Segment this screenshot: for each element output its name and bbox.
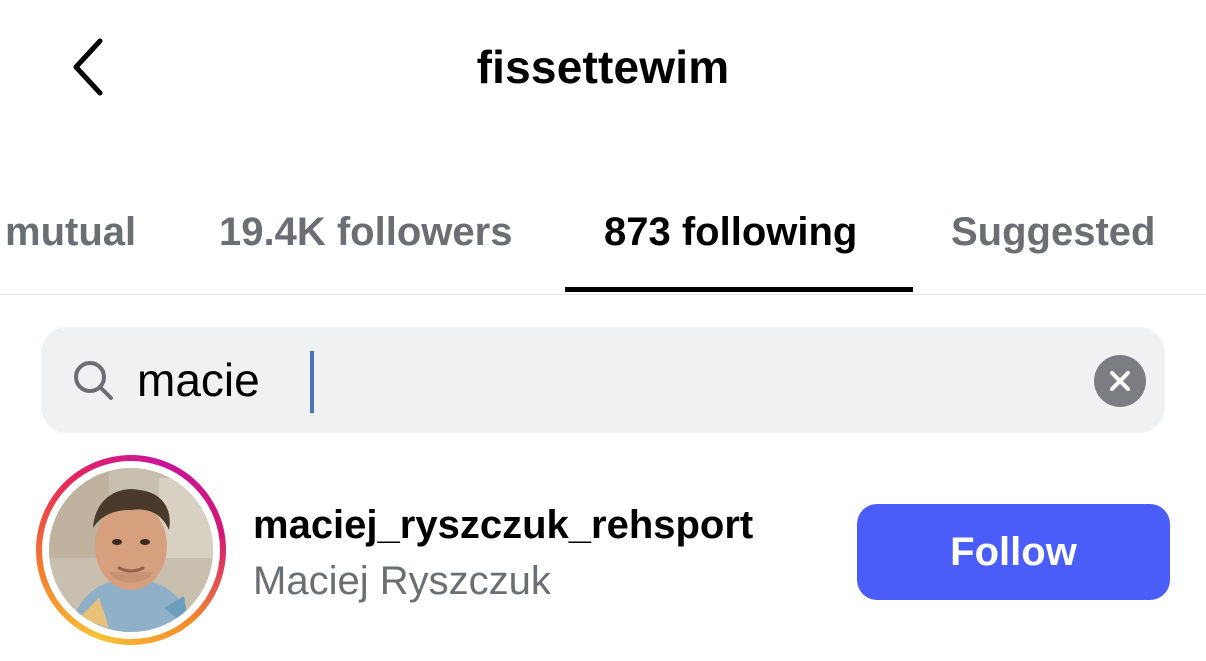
avatar-portrait — [49, 468, 213, 632]
username[interactable]: maciej_ryszczuk_rehsport — [253, 503, 753, 548]
text-cursor — [310, 351, 314, 413]
story-ring[interactable] — [36, 455, 226, 645]
tab-followers[interactable]: 19.4K followers — [219, 202, 512, 262]
avatar — [49, 468, 213, 632]
page-title: fissettewim — [476, 41, 730, 93]
clear-icon — [1110, 371, 1130, 391]
search-bar[interactable] — [41, 327, 1165, 433]
header-bar: fissettewim — [0, 0, 1206, 140]
search-icon — [74, 361, 113, 400]
search-input[interactable] — [137, 349, 277, 411]
full-name: Maciej Ryszczuk — [253, 559, 551, 603]
clear-search-button[interactable] — [1094, 355, 1146, 407]
tab-mutual[interactable]: mutual — [5, 202, 136, 262]
active-tab-indicator — [565, 287, 913, 292]
follow-button[interactable]: Follow — [857, 504, 1170, 600]
tab-bar: mutual 19.4K followers 873 following Sug… — [0, 190, 1206, 295]
tab-suggested[interactable]: Suggested — [951, 202, 1155, 262]
list-item[interactable]: maciej_ryszczuk_rehsport Maciej Ryszczuk… — [0, 455, 1206, 655]
tab-following[interactable]: 873 following — [604, 202, 857, 262]
